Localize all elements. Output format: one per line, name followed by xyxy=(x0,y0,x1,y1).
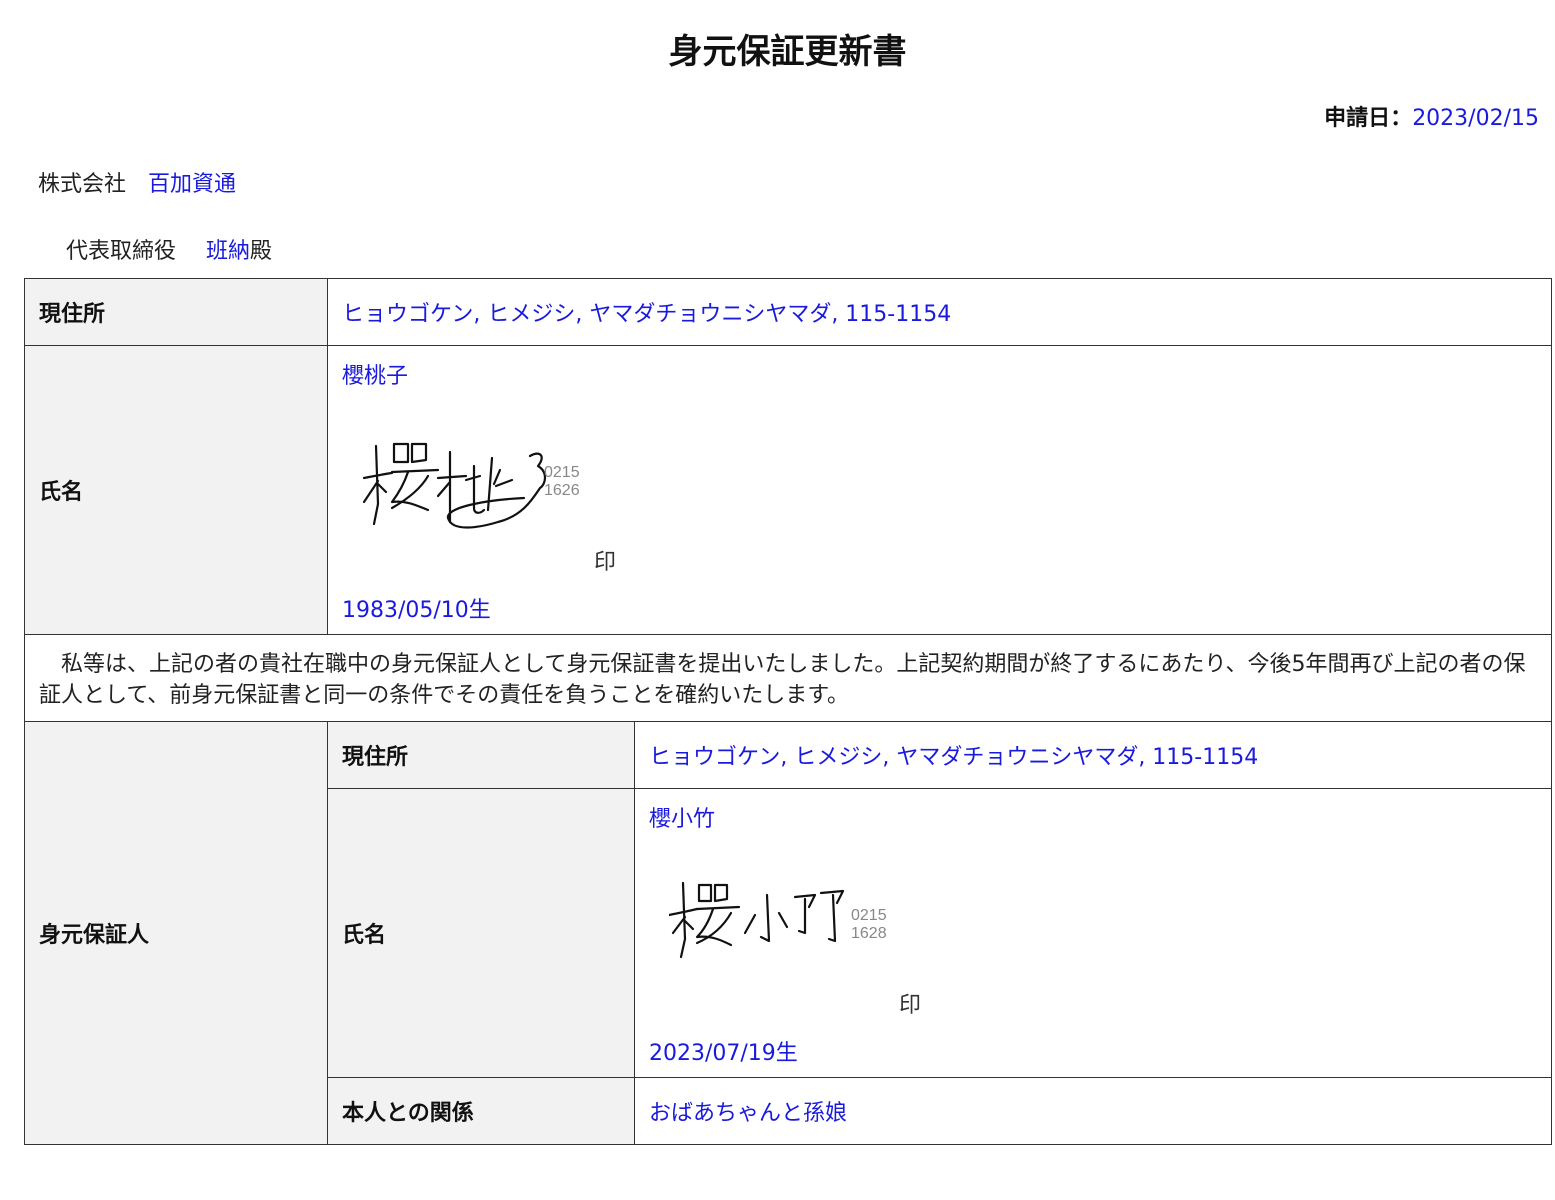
guarantor-signature xyxy=(669,881,845,959)
guarantor-signature-number: 0215 1628 xyxy=(851,907,887,943)
statement-row: 私等は、上記の者の貴社在職中の身元保証人として身元保証書を提出いたしました。上記… xyxy=(24,634,1552,722)
representative-line: 代表取締役 班納殿 xyxy=(66,233,272,265)
guarantor-signature-number-line: 0215 xyxy=(851,907,887,924)
guarantor-section-label: 身元保証人 xyxy=(24,721,328,1145)
employee-address-label: 現住所 xyxy=(24,278,328,346)
application-date: 申請日：2023/02/15 xyxy=(1324,100,1539,132)
employee-name-cell: 櫻桃子 0215 1626 印 1983/05/10生 xyxy=(327,345,1552,635)
employee-signature-number: 0215 1626 xyxy=(544,464,580,500)
guarantor-relation-label: 本人との関係 xyxy=(327,1077,635,1145)
guarantor-address-label: 現住所 xyxy=(327,721,635,789)
guarantor-seal-mark: 印 xyxy=(899,993,922,1018)
representative-name: 班納 xyxy=(206,239,251,264)
employee-name-label: 氏名 xyxy=(24,345,328,635)
guarantor-name-label: 氏名 xyxy=(327,788,635,1078)
employee-birth-date: 1983/05/10生 xyxy=(342,598,491,623)
employee-seal-mark: 印 xyxy=(594,550,617,575)
company-line: 株式会社 百加資通 xyxy=(38,166,236,198)
employee-signature xyxy=(362,442,547,529)
guarantor-birth-date: 2023/07/19生 xyxy=(649,1041,798,1066)
guarantee-form-table: 現住所 ヒョウゴケン, ヒメジシ, ヤマダチョウニシヤマダ, 115-1154 … xyxy=(24,278,1552,1145)
representative-title: 代表取締役 xyxy=(66,239,177,264)
document-title: 身元保証更新書 xyxy=(668,32,907,72)
application-date-label: 申請日： xyxy=(1324,106,1413,131)
statement-text: 私等は、上記の者の貴社在職中の身元保証人として身元保証書を提出いたしました。上記… xyxy=(24,634,1552,722)
employee-signature-number-line: 0215 xyxy=(544,464,580,481)
guarantor-relation-value: おばあちゃんと孫娘 xyxy=(634,1077,1552,1145)
employee-name-row: 氏名 櫻桃子 0215 1626 印 1983/05/10生 xyxy=(24,345,1552,635)
employee-address-row: 現住所 ヒョウゴケン, ヒメジシ, ヤマダチョウニシヤマダ, 115-1154 xyxy=(24,278,1552,346)
guarantor-signature-number-line: 1628 xyxy=(851,925,887,942)
application-date-value: 2023/02/15 xyxy=(1412,106,1539,131)
employee-signature-number-line: 1626 xyxy=(544,482,580,499)
representative-suffix: 殿 xyxy=(250,239,273,264)
company-name: 百加資通 xyxy=(148,172,237,197)
company-prefix: 株式会社 xyxy=(38,172,127,197)
guarantor-address-value: ヒョウゴケン, ヒメジシ, ヤマダチョウニシヤマダ, 115-1154 xyxy=(634,721,1552,789)
guarantor-name: 櫻小竹 xyxy=(649,807,716,832)
guarantor-name-cell: 櫻小竹 0215 1628 印 2023/07/19生 xyxy=(634,788,1552,1078)
employee-address-value: ヒョウゴケン, ヒメジシ, ヤマダチョウニシヤマダ, 115-1154 xyxy=(327,278,1552,346)
employee-name: 櫻桃子 xyxy=(342,364,409,389)
guarantor-address-row: 身元保証人 現住所 ヒョウゴケン, ヒメジシ, ヤマダチョウニシヤマダ, 115… xyxy=(24,721,1552,1145)
